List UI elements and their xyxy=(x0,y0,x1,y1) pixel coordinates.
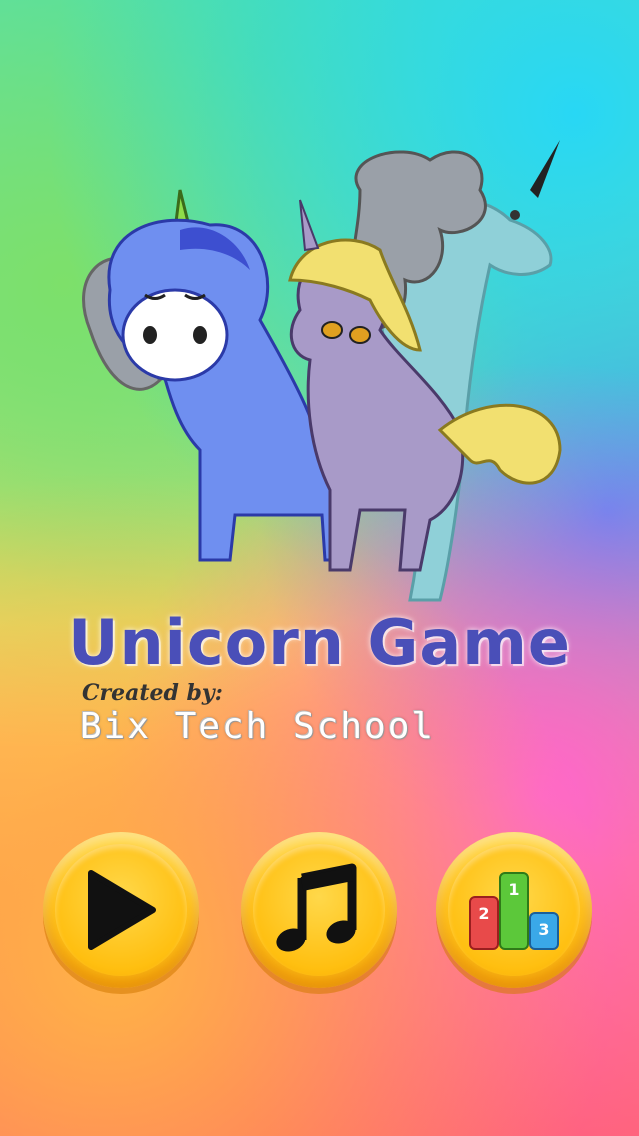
game-title: Unicorn Game xyxy=(68,606,571,679)
play-button[interactable] xyxy=(43,832,199,988)
credits-label: Created by: xyxy=(82,680,223,706)
leaderboard-button[interactable]: 1 2 3 xyxy=(436,832,592,988)
podium-second-label: 2 xyxy=(478,904,489,923)
podium-third-label: 3 xyxy=(538,920,549,939)
podium-first-label: 1 xyxy=(508,880,519,899)
unicorns-illustration xyxy=(82,140,562,602)
music-button[interactable] xyxy=(241,832,397,988)
credits-author: Bix Tech School xyxy=(80,706,436,747)
music-note-icon xyxy=(276,863,357,952)
podium-icon: 1 2 3 xyxy=(469,872,559,950)
play-icon xyxy=(88,870,156,950)
